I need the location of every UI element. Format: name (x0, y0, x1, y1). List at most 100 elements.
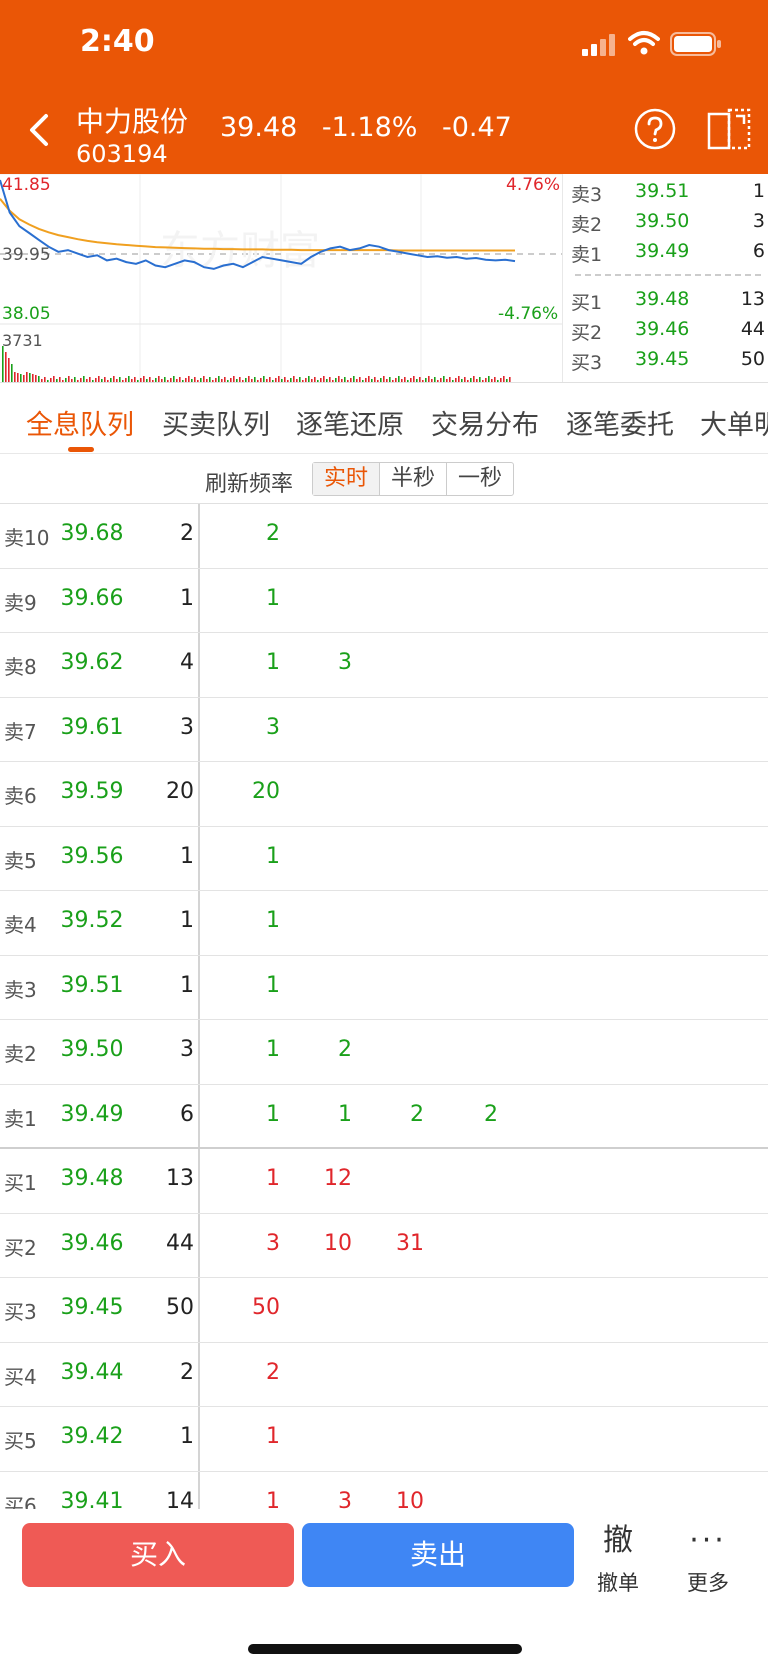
queue-price: 39.44 (60, 1359, 124, 1385)
refresh-frequency-label: 刷新频率 (205, 472, 294, 497)
current-price: 39.48 (220, 112, 298, 143)
queue-level-label: 卖6 (4, 784, 37, 808)
queue-level-label: 卖1 (4, 1106, 37, 1131)
stock-code: 603194 (76, 140, 168, 168)
queue-volume: 14 (166, 1488, 194, 1510)
queue-price: 39.68 (60, 521, 124, 546)
queue-volume: 3 (180, 1037, 194, 1062)
ask-queue-row[interactable]: 卖3 39.51 1 1 (0, 956, 768, 1020)
queue-level-label: 买2 (4, 1235, 37, 1260)
mini-ask-label: 卖3 (571, 184, 603, 206)
active-tab-indicator (68, 447, 94, 452)
mini-bid-price: 39.46 (635, 318, 690, 340)
queue-level-label: 卖5 (4, 848, 37, 873)
queue-level-label: 买3 (4, 1300, 37, 1324)
bid-queue-row[interactable]: 买6 39.41 14 1 3 10 (0, 1472, 768, 1510)
queue-level-label: 买1 (4, 1171, 37, 1195)
refresh-frequency-selector: 实时 半秒 一秒 (312, 462, 515, 496)
queue-order-size: 10 (396, 1488, 424, 1510)
refresh-half-second-button[interactable]: 半秒 (380, 463, 448, 495)
ask-queue-row[interactable]: 卖8 39.62 4 1 3 (0, 633, 768, 698)
stock-name: 中力股份 (76, 105, 189, 138)
chart-high-price: 41.85 (2, 175, 51, 195)
ask-queue-row[interactable]: 卖5 39.56 1 1 (0, 827, 768, 891)
mini-order-book[interactable]: 卖3 39.51 1 卖2 39.50 3 卖1 39.49 6 买1 39.4… (562, 174, 768, 382)
tab-tick-orders[interactable]: 逐笔委托 (566, 403, 674, 442)
queue-level-label: 卖8 (4, 655, 37, 679)
queue-order-size: 1 (266, 908, 280, 933)
battery-icon (670, 32, 721, 56)
ask-queue-row[interactable]: 卖7 39.61 3 3 (0, 698, 768, 762)
mini-book-divider (575, 274, 761, 276)
volume-bars (2, 346, 511, 382)
volume-bar (14, 372, 16, 382)
volume-bar (26, 372, 28, 382)
tab-bid-ask-queue[interactable]: 买卖队列 (162, 403, 270, 442)
refresh-realtime-button[interactable]: 实时 (313, 463, 381, 495)
queue-price: 39.45 (60, 1295, 124, 1320)
sell-button[interactable]: 卖出 (302, 1523, 574, 1587)
queue-level-label: 买4 (4, 1364, 37, 1389)
queue-volume: 20 (166, 779, 194, 804)
chart-prev-close-price: 39.95 (2, 245, 51, 265)
queue-volume: 2 (180, 521, 194, 546)
ask-queue-row[interactable]: 卖2 39.50 3 1 2 (0, 1020, 768, 1085)
queue-order-size: 3 (338, 1488, 352, 1510)
queue-level-label: 卖7 (4, 719, 37, 744)
queue-volume: 1 (180, 972, 194, 998)
ask-queue-row[interactable]: 卖1 39.49 6 1 1 2 2 (0, 1085, 768, 1149)
status-time: 2:40 (80, 24, 155, 59)
order-queue-table[interactable]: 卖10 39.68 2 2 卖9 39.66 1 1 卖8 39.62 4 1 3 卖7 39.61 3 3 卖6… (0, 504, 768, 1509)
bid-queue-row[interactable]: 买1 39.48 13 1 12 (0, 1149, 768, 1214)
ask-queue-row[interactable]: 卖4 39.52 1 1 (0, 891, 768, 956)
mini-ask-volume: 3 (752, 210, 765, 232)
help-icon[interactable] (634, 108, 676, 150)
queue-level-label: 卖4 (4, 913, 37, 937)
mini-ask-price: 39.49 (635, 240, 690, 262)
back-icon[interactable] (22, 108, 58, 152)
more-button[interactable]: ··· 更多 (670, 1521, 746, 1597)
intraday-chart[interactable]: 东方财富 41.85 39.95 38.05 4.76% -4.76% 3731 (0, 174, 562, 382)
mini-bid-price: 39.45 (635, 348, 690, 370)
queue-order-size: 1 (266, 1488, 280, 1510)
buy-button[interactable]: 买入 (22, 1523, 294, 1587)
mini-ask-price: 39.51 (635, 180, 690, 202)
mini-ask-row: 卖3 39.51 1 (567, 180, 765, 210)
queue-level-label: 卖10 (4, 526, 50, 550)
queue-level-label: 卖9 (4, 590, 37, 615)
bid-queue-row[interactable]: 买3 39.45 50 50 (0, 1278, 768, 1343)
cancel-order-button[interactable]: 撤 撤单 (580, 1521, 656, 1597)
queue-volume: 6 (180, 1101, 194, 1127)
queue-price: 39.59 (60, 779, 124, 804)
mini-bid-row: 买2 39.46 44 (567, 318, 765, 348)
queue-price: 39.56 (60, 843, 124, 869)
cellular-signal-icon (582, 34, 615, 56)
tab-trade-distribution[interactable]: 交易分布 (431, 403, 539, 442)
mini-ask-volume: 1 (752, 180, 765, 202)
tab-full-queue[interactable]: 全息队列 (26, 403, 134, 442)
queue-level-label: 买6 (4, 1493, 37, 1510)
queue-order-size: 2 (266, 1359, 280, 1385)
queue-order-size: 10 (324, 1230, 352, 1256)
volume-bar (11, 364, 13, 382)
ask-queue-row[interactable]: 卖10 39.68 2 2 (0, 504, 768, 569)
queue-order-size: 20 (252, 779, 280, 804)
refresh-one-second-button[interactable]: 一秒 (447, 463, 513, 495)
queue-order-size: 50 (252, 1295, 280, 1320)
queue-order-size: 1 (338, 1101, 352, 1127)
mini-bid-volume: 50 (740, 348, 765, 370)
tab-large-orders[interactable]: 大单明 (700, 403, 768, 442)
switch-screen-icon[interactable] (706, 106, 752, 152)
tab-tick-restore[interactable]: 逐笔还原 (296, 403, 404, 442)
ask-queue-row[interactable]: 卖6 39.59 20 20 (0, 762, 768, 827)
queue-volume: 44 (166, 1230, 194, 1256)
ask-queue-row[interactable]: 卖9 39.66 1 1 (0, 569, 768, 633)
mini-ask-price: 39.50 (635, 210, 690, 232)
bid-queue-row[interactable]: 买2 39.46 44 3 10 31 (0, 1214, 768, 1278)
queue-order-size: 1 (266, 972, 280, 998)
queue-price: 39.52 (60, 908, 124, 933)
bid-queue-row[interactable]: 买5 39.42 1 1 (0, 1407, 768, 1472)
queue-volume: 1 (180, 908, 194, 933)
refresh-frequency-bar: 刷新频率 实时 半秒 一秒 (0, 454, 768, 504)
bid-queue-row[interactable]: 买4 39.44 2 2 (0, 1343, 768, 1407)
